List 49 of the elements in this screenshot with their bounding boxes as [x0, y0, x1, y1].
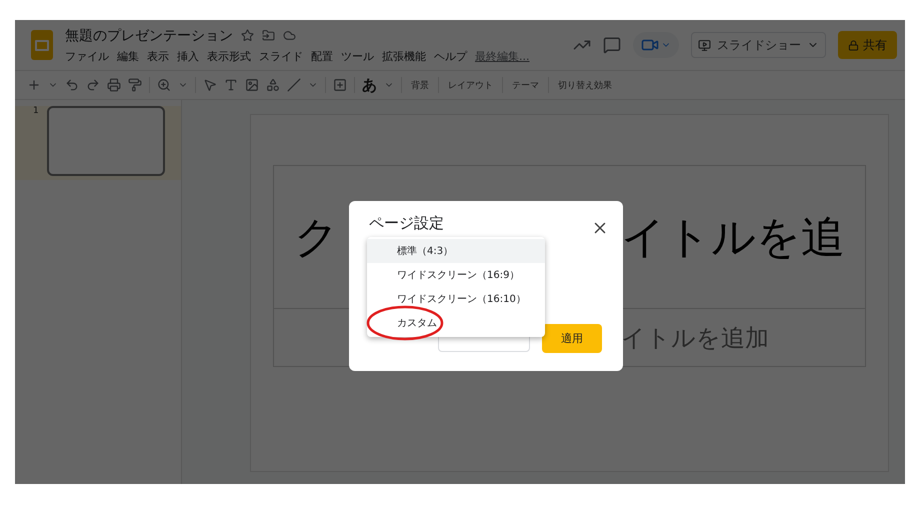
dropdown-option[interactable]: ワイドスクリーン（16:9）: [367, 263, 545, 287]
toolbar-button[interactable]: レイアウト: [446, 78, 495, 92]
menu-item[interactable]: スライド: [259, 48, 303, 64]
menu-item[interactable]: 拡張機能: [382, 48, 426, 64]
image-icon[interactable]: [245, 78, 259, 92]
menu-item[interactable]: 表示: [147, 48, 169, 64]
lock-icon: [848, 40, 859, 50]
zoom-icon[interactable]: [157, 78, 171, 92]
dialog-title: ページ設定: [369, 214, 444, 233]
title-text: イトルを追: [621, 210, 845, 264]
subtitle-text: イトルを追加: [621, 322, 769, 354]
paint-format-icon[interactable]: [128, 78, 142, 92]
undo-icon[interactable]: [65, 78, 79, 92]
redo-icon[interactable]: [86, 78, 100, 92]
pointer-icon[interactable]: [203, 78, 217, 92]
video-call-button[interactable]: [633, 32, 679, 58]
toolbar-button[interactable]: 切り替え効果: [556, 78, 614, 92]
apply-button[interactable]: 適用: [542, 324, 602, 353]
menu-item[interactable]: 表示形式: [207, 48, 251, 64]
add-icon[interactable]: [27, 78, 41, 92]
dropdown-option[interactable]: ワイドスクリーン（16:10）: [367, 287, 545, 311]
menu-item[interactable]: 配置: [311, 48, 333, 64]
menu-item[interactable]: 編集: [117, 48, 139, 64]
folder-icon[interactable]: [262, 29, 275, 42]
text-box-icon[interactable]: [224, 78, 238, 92]
slides-logo-icon: [31, 30, 53, 60]
menu-item[interactable]: ファイル: [65, 48, 109, 64]
print-icon[interactable]: [107, 78, 121, 92]
title-text: ク: [294, 210, 339, 264]
last-edit-link[interactable]: 最終編集...: [475, 48, 530, 64]
input-tools-button[interactable]: あ: [362, 76, 377, 94]
star-icon[interactable]: [241, 29, 254, 42]
menu-item[interactable]: 挿入: [177, 48, 199, 64]
document-title[interactable]: 無題のプレゼンテーション: [65, 26, 233, 44]
toolbar-button[interactable]: 背景: [409, 78, 431, 92]
shapes-icon[interactable]: [266, 78, 280, 92]
share-button[interactable]: 共有: [838, 31, 897, 59]
comment-icon[interactable]: [603, 36, 621, 54]
slideshow-button[interactable]: スライドショー: [691, 32, 826, 58]
dropdown-option[interactable]: 標準（4:3）: [367, 239, 545, 263]
menu-item[interactable]: ヘルプ: [434, 48, 467, 64]
slide-number: 1: [32, 106, 39, 118]
toolbar-button[interactable]: テーマ: [510, 78, 541, 92]
comment-add-icon[interactable]: [333, 78, 347, 92]
dropdown-option[interactable]: カスタム: [367, 311, 545, 335]
slide-thumbnail[interactable]: [46, 106, 165, 176]
menu-item[interactable]: ツール: [341, 48, 374, 64]
cloud-icon[interactable]: [283, 29, 296, 42]
line-icon[interactable]: [287, 78, 301, 92]
